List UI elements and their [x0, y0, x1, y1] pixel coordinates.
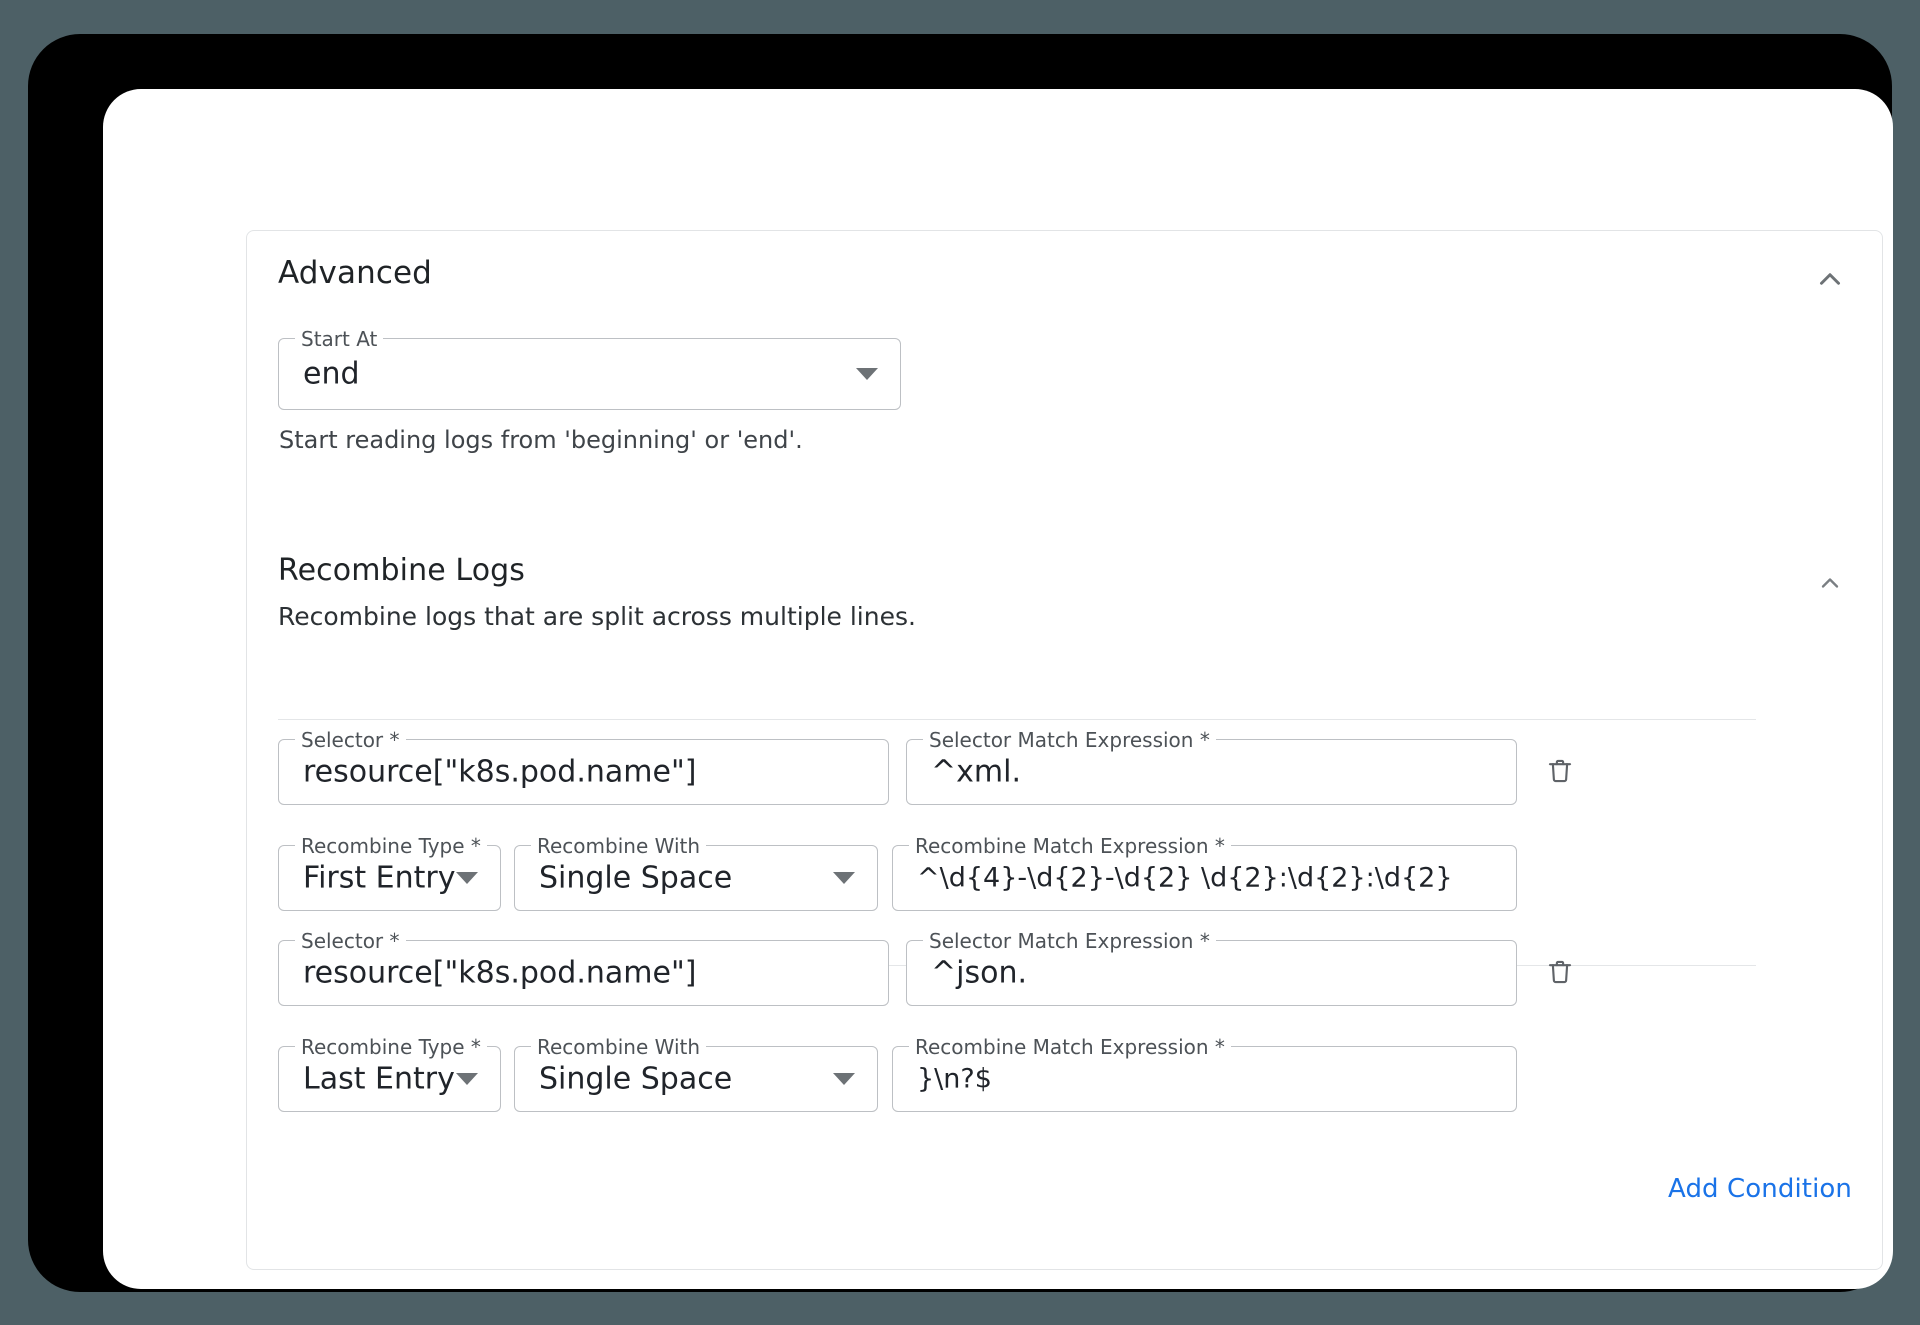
selector-match-expression-label: Selector Match Expression *	[923, 728, 1216, 752]
advanced-collapse-button[interactable]	[1804, 253, 1856, 305]
recombine-with-select[interactable]: Recombine With Single Space	[514, 1035, 878, 1112]
trash-icon	[1545, 756, 1575, 790]
recombine-type-value: Last Entry	[303, 1061, 455, 1097]
chevron-down-icon	[856, 368, 878, 380]
chevron-down-icon	[456, 1073, 478, 1085]
selector-match-expression-label: Selector Match Expression *	[923, 929, 1216, 953]
condition-divider	[278, 719, 1756, 720]
chevron-up-icon	[1816, 569, 1844, 597]
recombine-with-label: Recombine With	[531, 1035, 707, 1059]
recombine-match-expression-input[interactable]: Recombine Match Expression * ^\d{4}-\d{2…	[892, 834, 1517, 911]
trash-icon	[1545, 957, 1575, 991]
selector-value: resource["k8s.pod.name"]	[303, 754, 697, 790]
recombine-match-expression-label: Recombine Match Expression *	[909, 834, 1231, 858]
recombine-type-select[interactable]: Recombine Type * First Entry	[278, 834, 501, 911]
delete-condition-button[interactable]	[1535, 949, 1585, 999]
recombine-logs-title: Recombine Logs	[278, 553, 526, 588]
device-frame: Advanced Start At end Start reading logs…	[28, 34, 1893, 1292]
recombine-with-value: Single Space	[539, 1061, 733, 1097]
recombine-type-label: Recombine Type *	[295, 1035, 487, 1059]
delete-condition-button[interactable]	[1535, 748, 1585, 798]
chevron-up-icon	[1813, 262, 1847, 296]
advanced-panel: Advanced Start At end Start reading logs…	[246, 230, 1883, 1270]
selector-input[interactable]: Selector * resource["k8s.pod.name"]	[278, 728, 889, 805]
start-at-label: Start At	[295, 327, 384, 351]
start-at-helper-text: Start reading logs from 'beginning' or '…	[279, 426, 803, 454]
advanced-panel-header: Advanced	[247, 231, 1882, 327]
chevron-down-icon	[833, 1073, 855, 1085]
recombine-type-select[interactable]: Recombine Type * Last Entry	[278, 1035, 501, 1112]
recombine-match-expression-input[interactable]: Recombine Match Expression * }\n?$	[892, 1035, 1517, 1112]
recombine-with-value: Single Space	[539, 860, 733, 896]
recombine-with-label: Recombine With	[531, 834, 707, 858]
recombine-with-select[interactable]: Recombine With Single Space	[514, 834, 878, 911]
chevron-down-icon	[833, 872, 855, 884]
selector-match-expression-input[interactable]: Selector Match Expression * ^json.	[906, 929, 1517, 1006]
selector-match-expression-value: ^xml.	[931, 754, 1021, 790]
selector-input[interactable]: Selector * resource["k8s.pod.name"]	[278, 929, 889, 1006]
start-at-value: end	[303, 356, 360, 392]
app-surface: Advanced Start At end Start reading logs…	[103, 89, 1893, 1289]
chevron-down-icon	[456, 872, 478, 884]
recombine-logs-collapse-button[interactable]	[1804, 557, 1856, 609]
selector-label: Selector *	[295, 728, 406, 752]
recombine-type-label: Recombine Type *	[295, 834, 487, 858]
selector-label: Selector *	[295, 929, 406, 953]
recombine-match-expression-value: }\n?$	[917, 1063, 992, 1095]
selector-value: resource["k8s.pod.name"]	[303, 955, 697, 991]
recombine-logs-subtitle: Recombine logs that are split across mul…	[278, 602, 916, 631]
recombine-type-value: First Entry	[303, 860, 456, 896]
recombine-match-expression-label: Recombine Match Expression *	[909, 1035, 1231, 1059]
add-condition-link[interactable]: Add Condition	[1668, 1174, 1852, 1204]
start-at-select[interactable]: Start At end	[278, 327, 901, 410]
selector-match-expression-input[interactable]: Selector Match Expression * ^xml.	[906, 728, 1517, 805]
page-title: Advanced	[278, 255, 432, 291]
recombine-match-expression-value: ^\d{4}-\d{2}-\d{2} \d{2}:\d{2}:\d{2}	[917, 862, 1453, 894]
selector-match-expression-value: ^json.	[931, 955, 1028, 991]
